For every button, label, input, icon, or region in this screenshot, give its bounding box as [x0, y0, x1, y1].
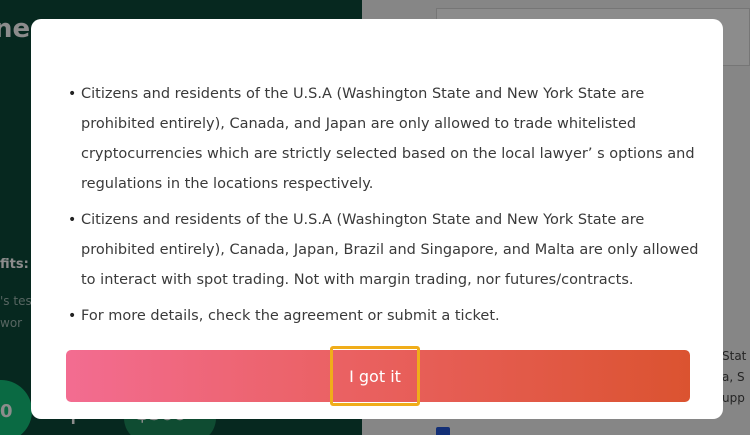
notice-item: • Citizens and residents of the U.S.A (W…	[68, 79, 701, 199]
bullet-icon: •	[68, 212, 77, 228]
notice-list: • Citizens and residents of the U.S.A (W…	[68, 79, 701, 337]
restriction-notice-modal: • Citizens and residents of the U.S.A (W…	[31, 19, 723, 419]
notice-text: Citizens and residents of the U.S.A (Was…	[81, 212, 699, 288]
i-got-it-button[interactable]	[66, 350, 690, 402]
bullet-icon: •	[68, 308, 77, 324]
bullet-icon: •	[68, 86, 77, 102]
notice-item: • Citizens and residents of the U.S.A (W…	[68, 205, 701, 295]
notice-text: For more details, check the agreement or…	[81, 308, 500, 324]
notice-item: • For more details, check the agreement …	[68, 301, 701, 331]
notice-text: Citizens and residents of the U.S.A (Was…	[81, 86, 695, 192]
